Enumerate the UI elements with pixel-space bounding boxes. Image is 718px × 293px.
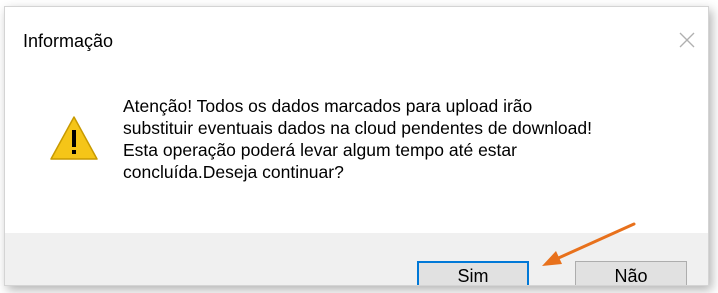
dialog-titlebar: Informação	[5, 7, 708, 63]
warning-icon	[50, 116, 98, 160]
dialog-title: Informação	[23, 31, 114, 51]
dialog-content: Atenção! Todos os dados marcados para up…	[5, 63, 708, 231]
yes-button[interactable]: Sim	[417, 261, 529, 285]
dialog-footer: Sim Não	[5, 233, 708, 285]
dialog-message: Atenção! Todos os dados marcados para up…	[123, 96, 592, 182]
close-icon	[679, 32, 695, 48]
close-button[interactable]	[674, 27, 700, 53]
information-dialog: Informação Atenção! Todos os dados marca…	[4, 6, 709, 286]
no-button[interactable]: Não	[575, 261, 687, 285]
